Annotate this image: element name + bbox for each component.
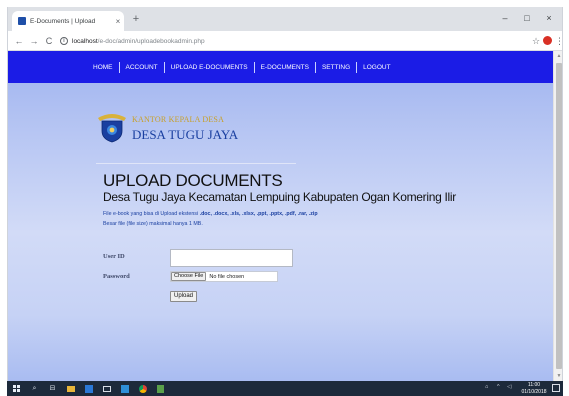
top-navbar: HOME ACCOUNT UPLOAD E-DOCUMENTS E-DOCUME… — [8, 51, 553, 83]
userid-label: User ID — [103, 253, 125, 260]
nav-upload-e-documents[interactable]: UPLOAD E-DOCUMENTS — [165, 64, 254, 71]
search-icon[interactable]: ⌕ — [29, 383, 40, 394]
forward-icon[interactable]: → — [27, 34, 41, 48]
page-subtitle: Desa Tugu Jaya Kecamatan Lempuing Kabupa… — [103, 190, 456, 204]
maximize-button[interactable]: □ — [518, 9, 536, 27]
tab-title: E-Documents | Upload — [30, 17, 96, 25]
network-icon[interactable]: ⌂ — [485, 384, 488, 390]
app-green-icon[interactable] — [155, 383, 166, 394]
file-size-note: Besar file (file size) maksimal hanya 1 … — [103, 221, 203, 227]
file-input[interactable]: Choose File No file chosen — [170, 271, 278, 282]
userid-input[interactable] — [170, 249, 293, 267]
profile-icon[interactable] — [543, 36, 552, 45]
scroll-up-icon[interactable]: ▲ — [554, 51, 562, 61]
url-host: localhost — [72, 37, 98, 45]
info-icon[interactable]: i — [60, 37, 68, 45]
notification-icon[interactable] — [552, 384, 560, 392]
upload-extension-note: File e-book yang bisa di Upload ekstensi… — [103, 211, 318, 217]
vertical-scrollbar[interactable]: ▲ ▼ — [553, 51, 562, 381]
nav-account[interactable]: ACCOUNT — [120, 64, 164, 71]
nav-menu: HOME ACCOUNT UPLOAD E-DOCUMENTS E-DOCUME… — [87, 51, 397, 83]
tab-close-icon[interactable]: × — [112, 17, 124, 26]
system-clock[interactable]: 11:00 01/10/2018 — [519, 382, 549, 395]
choose-file-button[interactable]: Choose File — [171, 272, 207, 281]
file-explorer-icon[interactable] — [65, 383, 76, 394]
new-tab-button[interactable]: + — [129, 12, 143, 26]
bookmark-star-icon[interactable]: ☆ — [530, 34, 542, 48]
extension-note-prefix: File e-book yang bisa di Upload ekstensi — [103, 211, 199, 217]
chrome-icon[interactable] — [137, 383, 148, 394]
address-bar[interactable]: i localhost /e-doc/admin/uploadebookadmi… — [60, 34, 530, 48]
page-title: UPLOAD DOCUMENTS — [103, 171, 283, 190]
village-emblem-icon — [98, 114, 126, 143]
windows-start-icon[interactable] — [11, 383, 22, 394]
upload-button[interactable]: Upload — [170, 291, 198, 302]
store-icon[interactable] — [83, 383, 94, 394]
password-label: Password — [103, 273, 130, 280]
browser-toolbar: ← → C i localhost /e-doc/admin/uploadebo… — [8, 31, 562, 51]
task-view-icon[interactable]: ⊟ — [47, 383, 58, 394]
browser-tab[interactable]: E-Documents | Upload × — [12, 11, 124, 31]
reload-icon[interactable]: C — [42, 34, 56, 48]
favicon-icon — [18, 17, 26, 25]
app-icon[interactable] — [119, 383, 130, 394]
back-icon[interactable]: ← — [12, 34, 26, 48]
nav-logout[interactable]: LOGOUT — [357, 64, 396, 71]
nav-home[interactable]: HOME — [87, 64, 119, 71]
tray-arrow-icon[interactable]: ^ — [497, 384, 500, 390]
extension-list: .doc, .docx, .xls, .xlsx, .ppt, .pptx, .… — [199, 211, 318, 217]
clock-date: 01/10/2018 — [521, 388, 547, 395]
logo-village-name: DESA TUGU JAYA — [132, 127, 239, 142]
file-status-text: No file chosen — [209, 273, 245, 280]
minimize-button[interactable]: – — [496, 9, 514, 27]
volume-icon[interactable]: ◁ — [507, 384, 511, 390]
header-divider — [96, 163, 296, 164]
tab-strip: E-Documents | Upload × + – □ × — [8, 7, 562, 31]
nav-e-documents[interactable]: E-DOCUMENTS — [255, 64, 315, 71]
mail-icon[interactable] — [101, 383, 112, 394]
scrollbar-thumb[interactable] — [556, 63, 562, 369]
scroll-down-icon[interactable]: ▼ — [554, 371, 562, 381]
page-viewport: HOME ACCOUNT UPLOAD E-DOCUMENTS E-DOCUME… — [8, 51, 562, 381]
windows-taskbar: ⌕ ⊟ ⌂ ^ ◁ 11:00 01/10/2018 — [7, 381, 563, 396]
menu-dots-icon[interactable]: ⋮ — [555, 34, 562, 48]
url-path: /e-doc/admin/uploadebookadmin.php — [97, 37, 205, 45]
window-close-button[interactable]: × — [540, 9, 558, 27]
browser-window: E-Documents | Upload × + – □ × ← → C i l… — [7, 7, 563, 381]
nav-setting[interactable]: SETTING — [316, 64, 356, 71]
logo-office-name: KANTOR KEPALA DESA — [132, 115, 225, 124]
